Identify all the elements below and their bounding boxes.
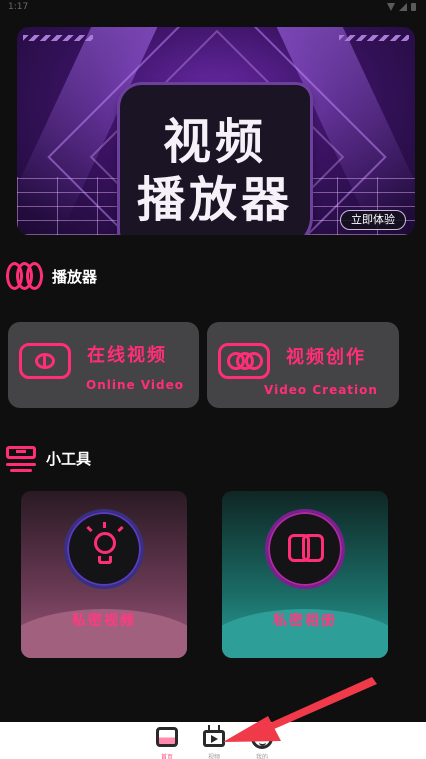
album-icon bbox=[265, 509, 345, 589]
section-title: 播放器 bbox=[52, 267, 98, 286]
nav-video[interactable]: 视频 bbox=[194, 725, 234, 759]
private-album-card[interactable]: 私密相册 bbox=[222, 491, 388, 658]
status-bar: 1:17 bbox=[0, 0, 426, 16]
promo-banner[interactable]: 视频 播放器 立即体验 bbox=[17, 27, 415, 235]
banner-title-box: 视频 播放器 bbox=[120, 85, 310, 235]
bulb-icon bbox=[64, 509, 144, 589]
section-title: 小工具 bbox=[46, 449, 92, 468]
tools-section-header: 小工具 bbox=[4, 444, 91, 472]
status-time: 1:17 bbox=[8, 2, 29, 12]
wifi-icon bbox=[387, 3, 395, 11]
bottom-nav: 首页 视频 我的 bbox=[0, 722, 426, 759]
battery-icon bbox=[411, 3, 416, 11]
video-creation-icon bbox=[218, 343, 270, 379]
nav-label: 首页 bbox=[160, 754, 173, 759]
card-subtitle: Online Video bbox=[86, 378, 184, 392]
card-subtitle: Video Creation bbox=[264, 383, 378, 397]
tools-section-icon bbox=[4, 444, 38, 472]
try-now-button[interactable]: 立即体验 bbox=[340, 210, 406, 230]
nav-home[interactable]: 首页 bbox=[147, 725, 187, 759]
tv-icon bbox=[203, 730, 225, 747]
private-video-card[interactable]: 私密视频 bbox=[21, 491, 187, 658]
nav-label: 我的 bbox=[255, 754, 268, 759]
online-video-card[interactable]: 在线视频 Online Video bbox=[8, 322, 199, 408]
tool-label: 私密相册 bbox=[273, 613, 337, 629]
nav-mine[interactable]: 我的 bbox=[242, 725, 282, 759]
player-section-header: 播放器 bbox=[4, 259, 97, 293]
banner-title: 视频 播放器 bbox=[120, 113, 310, 229]
tool-label: 私密视频 bbox=[72, 613, 136, 629]
status-icons bbox=[387, 3, 416, 11]
home-icon bbox=[156, 727, 178, 747]
nav-label: 视频 bbox=[207, 754, 220, 759]
profile-icon bbox=[251, 727, 273, 749]
online-video-icon bbox=[19, 343, 71, 379]
signal-icon bbox=[399, 3, 407, 11]
card-title: 视频创作 bbox=[286, 347, 366, 368]
video-creation-card[interactable]: 视频创作 Video Creation bbox=[207, 322, 399, 408]
banner-stripes bbox=[23, 35, 93, 41]
card-title: 在线视频 bbox=[87, 345, 167, 366]
banner-stripes bbox=[339, 35, 409, 41]
player-section-icon bbox=[4, 259, 44, 293]
banner-title-line: 播放器 bbox=[136, 172, 293, 228]
banner-title-line: 视频 bbox=[162, 114, 267, 170]
